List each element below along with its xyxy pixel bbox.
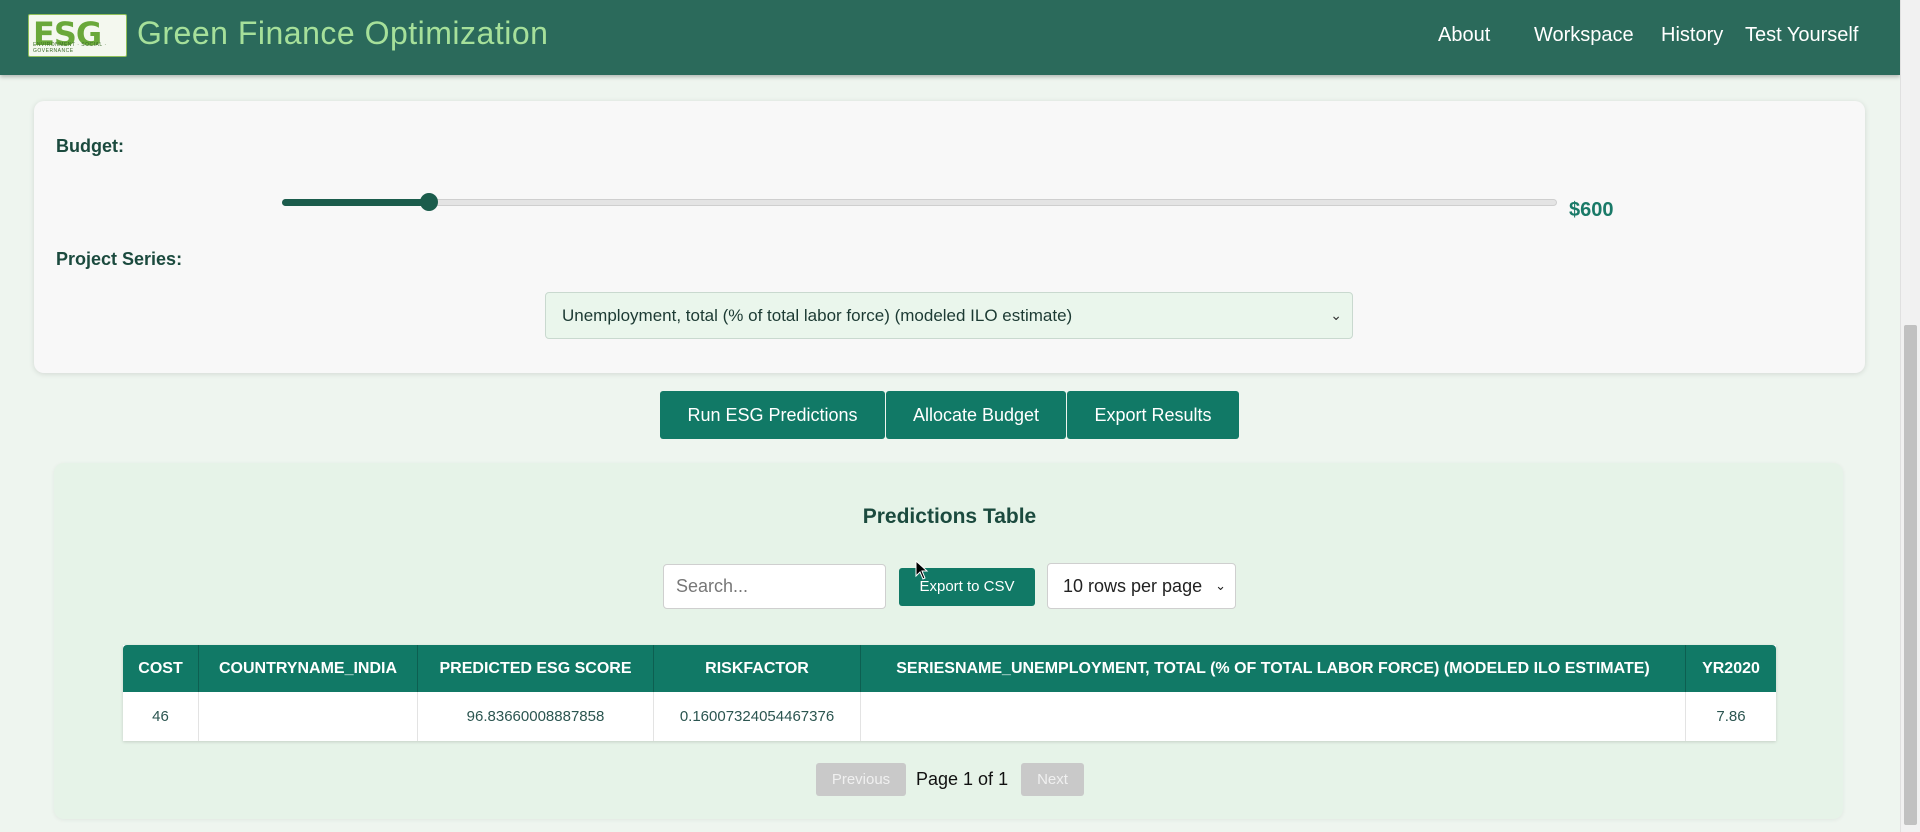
table-cell: 7.86	[1716, 708, 1746, 725]
table-row: 46 96.83660008887858 0.16007324054467376…	[123, 692, 1776, 741]
esg-logo[interactable]: ESG ENVIRONMENT · SOCIAL · GOVERNANCE	[28, 14, 127, 57]
rows-per-page-value: 10 rows per page	[1063, 576, 1203, 596]
page-info: Page 1 of 1	[916, 769, 1009, 789]
budget-slider-fill	[282, 199, 429, 206]
nav-about[interactable]: About	[1438, 24, 1490, 47]
logo-subtext: ENVIRONMENT · SOCIAL · GOVERNANCE	[33, 42, 107, 54]
previous-page-button[interactable]: Previous	[816, 763, 906, 796]
column-header-yr2020[interactable]: YR2020	[1685, 645, 1776, 692]
project-series-select[interactable]: Unemployment, total (% of total labor fo…	[545, 292, 1353, 339]
top-navbar: ESG ENVIRONMENT · SOCIAL · GOVERNANCE Gr…	[0, 0, 1900, 75]
budget-slider-thumb[interactable]	[420, 193, 438, 211]
allocate-budget-button[interactable]: Allocate Budget	[886, 391, 1066, 439]
next-page-button[interactable]: Next	[1021, 763, 1084, 796]
column-header-predicted-esg-score[interactable]: PREDICTED ESG SCORE	[417, 645, 654, 692]
chevron-down-icon: ⌄	[1215, 578, 1226, 593]
table-cell: 46	[123, 692, 199, 741]
column-header-seriesname[interactable]: SERIESNAME_UNEMPLOYMENT, TOTAL (% OF TOT…	[860, 645, 1686, 692]
project-series-value: Unemployment, total (% of total labor fo…	[562, 306, 1073, 325]
column-header-riskfactor[interactable]: RISKFACTOR	[653, 645, 861, 692]
column-header-cost[interactable]: COST	[123, 645, 199, 692]
export-results-button[interactable]: Export Results	[1067, 391, 1239, 439]
nav-history[interactable]: History	[1661, 24, 1723, 47]
chevron-down-icon: ⌄	[1330, 307, 1342, 323]
run-esg-predictions-button[interactable]: Run ESG Predictions	[660, 391, 885, 439]
table-cell: 0.16007324054467376	[653, 692, 861, 741]
table-cell	[198, 692, 418, 741]
nav-test-yourself[interactable]: Test Yourself	[1745, 24, 1858, 47]
rows-per-page-select[interactable]: 10 rows per page ⌄	[1047, 563, 1236, 609]
budget-label: Budget:	[56, 136, 124, 156]
table-header-row: COST COUNTRYNAME_INDIA PREDICTED ESG SCO…	[123, 645, 1776, 692]
column-header-countryname[interactable]: COUNTRYNAME_INDIA	[198, 645, 418, 692]
page-scrollbar[interactable]	[1900, 0, 1920, 832]
predictions-table: COST COUNTRYNAME_INDIA PREDICTED ESG SCO…	[123, 645, 1776, 741]
scrollbar-thumb[interactable]	[1904, 325, 1917, 825]
nav-workspace[interactable]: Workspace	[1534, 24, 1634, 47]
table-cell	[860, 692, 1686, 741]
table-cell: 96.83660008887858	[417, 692, 654, 741]
app-title: Green Finance Optimization	[137, 15, 549, 51]
budget-value: $600	[1569, 199, 1614, 221]
predictions-table-title: Predictions Table	[862, 505, 1037, 528]
budget-slider-track[interactable]	[282, 199, 1557, 206]
project-series-label: Project Series:	[56, 249, 183, 269]
mouse-cursor-icon	[915, 560, 929, 580]
search-input[interactable]: Search...	[663, 564, 886, 609]
